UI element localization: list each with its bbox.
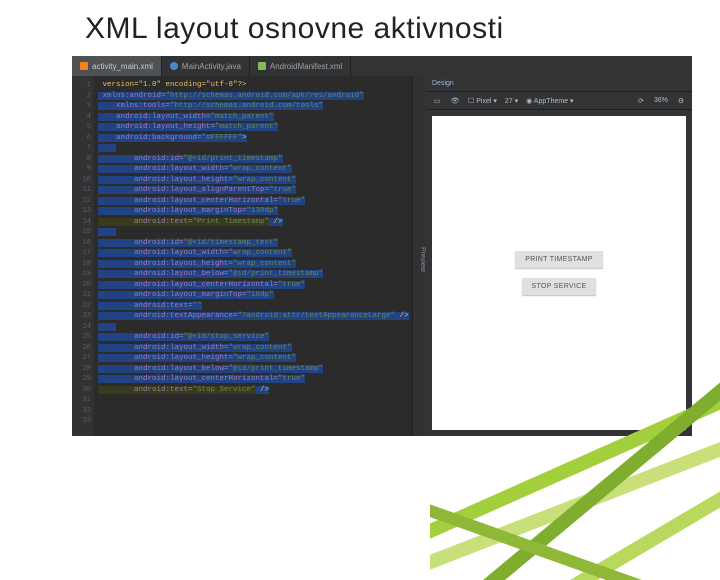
preview-toolbar: ▭ 👁 ☐ Pixel ▾ 27 ▾ ◉ AppTheme ▾ ⟳ 36% ⚙ bbox=[426, 92, 692, 110]
preview-print-button: PRINT TIMESTAMP bbox=[515, 251, 603, 268]
tab-label: MainActivity.java bbox=[182, 62, 241, 71]
refresh-icon[interactable]: ⟳ bbox=[636, 96, 646, 106]
tab-label: activity_main.xml bbox=[92, 62, 153, 71]
tab-main-activity[interactable]: MainActivity.java bbox=[162, 56, 250, 76]
preview-stop-button: STOP SERVICE bbox=[522, 278, 597, 295]
java-icon bbox=[170, 62, 178, 70]
preview-side-label[interactable]: Preview bbox=[412, 76, 426, 436]
xml-icon bbox=[80, 62, 88, 70]
tab-manifest[interactable]: AndroidManifest.xml bbox=[250, 56, 351, 76]
preview-tab-design[interactable]: Design bbox=[432, 80, 454, 87]
tab-activity-main[interactable]: activity_main.xml bbox=[72, 56, 162, 76]
decorative-lines bbox=[430, 340, 720, 580]
slide-title: XML layout osnovne aktivnosti bbox=[0, 0, 720, 54]
theme-selector[interactable]: ◉ AppTheme ▾ bbox=[526, 97, 573, 105]
api-selector[interactable]: 27 ▾ bbox=[505, 97, 518, 105]
editor-tabs: activity_main.xml MainActivity.java Andr… bbox=[72, 56, 692, 76]
zoom-level[interactable]: 36% bbox=[654, 97, 668, 104]
settings-icon[interactable]: ⚙ bbox=[676, 96, 686, 106]
palette-icon[interactable]: ▭ bbox=[432, 96, 442, 106]
device-selector[interactable]: ☐ Pixel ▾ bbox=[468, 97, 497, 105]
code-editor[interactable]: version="1.0" encoding="utf-8"?> xmlns:a… bbox=[94, 76, 412, 436]
eye-icon[interactable]: 👁 bbox=[450, 96, 460, 106]
tab-label: AndroidManifest.xml bbox=[270, 62, 342, 71]
manifest-icon bbox=[258, 62, 266, 70]
preview-tabs: Design bbox=[426, 76, 692, 92]
line-gutter: 1234567891011121314151617181920212223242… bbox=[72, 76, 94, 436]
